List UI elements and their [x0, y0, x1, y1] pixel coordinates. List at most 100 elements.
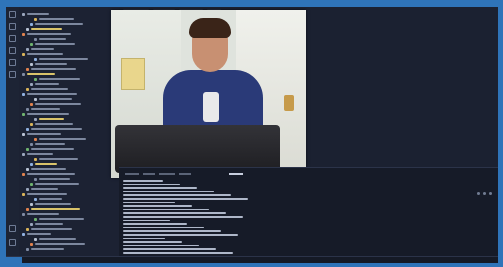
- tree-item[interactable]: [31, 28, 62, 30]
- tree-item[interactable]: [27, 13, 49, 15]
- file-icon: [22, 72, 25, 76]
- terminal-line: [123, 219, 170, 222]
- extensions-icon[interactable]: [9, 59, 16, 66]
- panel-tab-ports[interactable]: [179, 173, 191, 175]
- file-icon: [22, 172, 25, 176]
- file-icon: [30, 102, 33, 106]
- tree-item[interactable]: [27, 53, 63, 55]
- file-icon: [34, 157, 37, 161]
- panel-tab-terminal[interactable]: [229, 173, 243, 175]
- file-icon: [26, 47, 29, 51]
- tree-item[interactable]: [35, 63, 67, 65]
- panel-tab-output[interactable]: [143, 173, 155, 175]
- panel-tab-debug-console[interactable]: [159, 173, 175, 175]
- settings-icon[interactable]: [9, 239, 16, 246]
- tree-item[interactable]: [31, 208, 80, 210]
- tree-item[interactable]: [39, 98, 72, 100]
- tree-item[interactable]: [39, 198, 62, 200]
- tree-item[interactable]: [39, 178, 70, 180]
- account-icon[interactable]: [9, 225, 16, 232]
- tree-item[interactable]: [39, 78, 80, 80]
- terminal-line: [123, 208, 209, 211]
- tree-item[interactable]: [35, 203, 71, 205]
- tree-item[interactable]: [39, 38, 66, 40]
- tree-item[interactable]: [31, 68, 76, 70]
- terminal-line: [123, 223, 187, 225]
- tree-item[interactable]: [31, 148, 74, 150]
- file-icon: [34, 217, 37, 221]
- terminal-line: [123, 180, 163, 182]
- tree-item[interactable]: [35, 103, 81, 105]
- panel-tab-problems[interactable]: [125, 173, 139, 175]
- file-icon: [30, 62, 33, 66]
- files-icon[interactable]: [9, 11, 16, 18]
- file-icon: [26, 207, 29, 211]
- file-icon: [30, 142, 33, 146]
- debug-icon[interactable]: [9, 47, 16, 54]
- tree-item[interactable]: [31, 248, 64, 250]
- tree-item[interactable]: [27, 213, 59, 215]
- tree-item[interactable]: [35, 143, 65, 145]
- file-explorer: [19, 7, 120, 257]
- file-icon: [30, 82, 33, 86]
- tree-item[interactable]: [27, 113, 69, 115]
- tree-item[interactable]: [27, 153, 53, 155]
- file-icon: [26, 27, 29, 31]
- tree-item[interactable]: [27, 233, 51, 235]
- tree-item[interactable]: [35, 23, 83, 25]
- tree-item[interactable]: [35, 43, 75, 45]
- tree-item[interactable]: [31, 88, 68, 90]
- close-icon[interactable]: [483, 192, 486, 195]
- source-control-icon[interactable]: [9, 35, 16, 42]
- wall-picture: [121, 58, 145, 90]
- terminal-panel[interactable]: [119, 167, 498, 263]
- terminal-line: [123, 234, 238, 236]
- tree-item[interactable]: [27, 73, 55, 75]
- search-icon[interactable]: [9, 23, 16, 30]
- tree-item[interactable]: [39, 18, 74, 20]
- file-icon: [26, 187, 29, 191]
- testing-icon[interactable]: [9, 71, 16, 78]
- file-icon: [26, 167, 29, 171]
- tree-item[interactable]: [27, 173, 75, 175]
- file-icon: [26, 107, 29, 111]
- tree-item[interactable]: [27, 193, 67, 195]
- terminal-line: [123, 194, 231, 196]
- terminal-line: [123, 216, 243, 218]
- terminal-line: [123, 183, 180, 186]
- tree-item[interactable]: [31, 108, 60, 110]
- tree-item[interactable]: [27, 133, 61, 135]
- tree-item[interactable]: [35, 123, 73, 125]
- split-icon[interactable]: [477, 192, 480, 195]
- tree-item[interactable]: [31, 188, 58, 190]
- tree-item[interactable]: [39, 138, 86, 140]
- tree-item[interactable]: [27, 33, 71, 35]
- tree-item[interactable]: [39, 158, 78, 160]
- tree-item[interactable]: [35, 243, 85, 245]
- tree-item[interactable]: [31, 48, 54, 50]
- tree-item[interactable]: [35, 183, 79, 185]
- tree-item[interactable]: [31, 228, 72, 230]
- tree-item[interactable]: [39, 118, 64, 120]
- tree-item[interactable]: [35, 223, 63, 225]
- file-icon: [22, 112, 25, 116]
- file-icon: [26, 67, 29, 71]
- vscode-window: [6, 7, 498, 263]
- tree-item[interactable]: [39, 238, 76, 240]
- tree-item[interactable]: [35, 163, 57, 165]
- file-icon: [26, 247, 29, 251]
- tree-item[interactable]: [39, 58, 88, 60]
- file-icon: [34, 177, 37, 181]
- terminal-line: [123, 237, 165, 240]
- phone-mount: [203, 92, 219, 122]
- terminal-line: [123, 226, 204, 229]
- tree-item[interactable]: [31, 168, 66, 170]
- file-icon: [22, 52, 25, 56]
- video-preview-window[interactable]: [111, 10, 306, 178]
- more-icon[interactable]: [489, 192, 492, 195]
- tree-item[interactable]: [39, 218, 84, 220]
- tree-item[interactable]: [31, 128, 82, 130]
- remote-indicator[interactable]: [6, 257, 22, 263]
- tree-item[interactable]: [35, 83, 59, 85]
- tree-item[interactable]: [27, 93, 77, 95]
